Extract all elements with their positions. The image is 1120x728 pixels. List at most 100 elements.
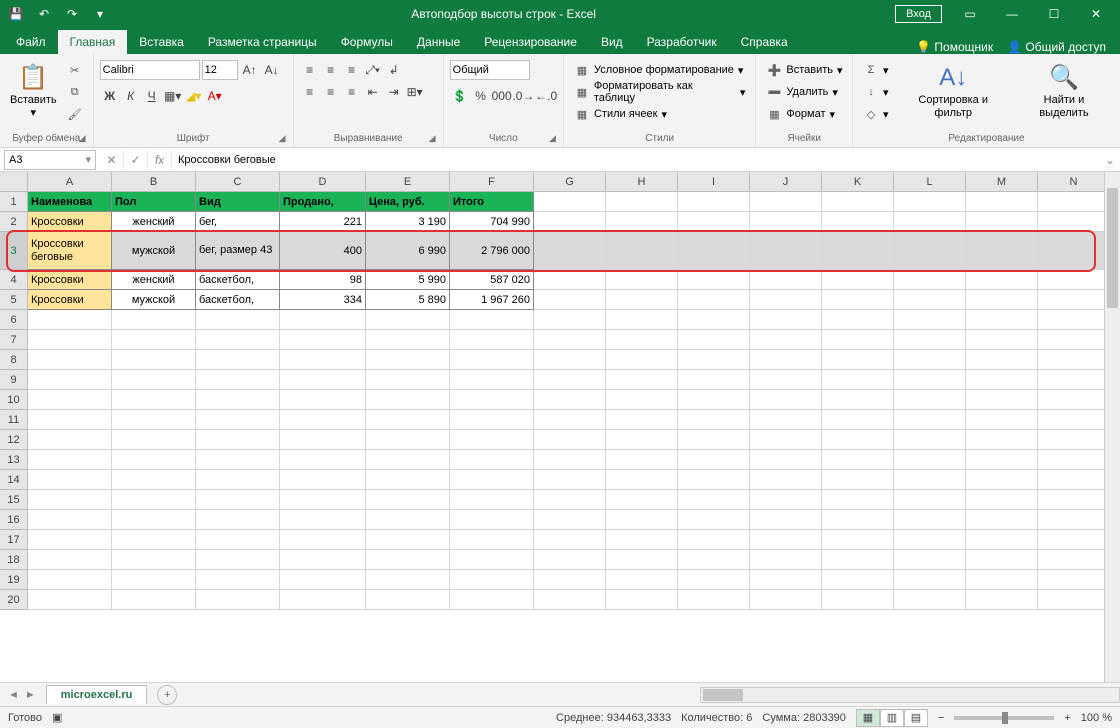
cell[interactable]: [28, 510, 112, 530]
cell[interactable]: [750, 350, 822, 370]
cell[interactable]: [606, 430, 678, 450]
row-header-4[interactable]: 4: [0, 270, 28, 290]
cell[interactable]: [822, 390, 894, 410]
cell[interactable]: [450, 490, 534, 510]
row-header-11[interactable]: 11: [0, 410, 28, 430]
format-cells-button[interactable]: ▦Формат ▾: [762, 104, 846, 124]
macro-record-icon[interactable]: ▣: [52, 711, 62, 724]
cell[interactable]: [678, 510, 750, 530]
cell[interactable]: [534, 232, 606, 270]
row-header-18[interactable]: 18: [0, 550, 28, 570]
row-header-8[interactable]: 8: [0, 350, 28, 370]
cell[interactable]: [366, 470, 450, 490]
cell[interactable]: [280, 450, 366, 470]
redo-icon[interactable]: ↷: [60, 2, 84, 26]
cell[interactable]: [534, 390, 606, 410]
cell[interactable]: [822, 430, 894, 450]
cell[interactable]: [966, 390, 1038, 410]
row-header-20[interactable]: 20: [0, 590, 28, 610]
cell[interactable]: [822, 530, 894, 550]
cell[interactable]: [366, 310, 450, 330]
cell-total[interactable]: 587 020: [450, 270, 534, 290]
horizontal-scrollbar[interactable]: [700, 687, 1120, 703]
cell[interactable]: [196, 370, 280, 390]
cell[interactable]: [534, 490, 606, 510]
cell[interactable]: [196, 590, 280, 610]
row-header-12[interactable]: 12: [0, 430, 28, 450]
shrink-font-icon[interactable]: A↓: [262, 60, 282, 80]
column-header-C[interactable]: C: [196, 172, 280, 191]
cell[interactable]: [450, 330, 534, 350]
cell[interactable]: [280, 310, 366, 330]
cell-type[interactable]: баскетбол,: [196, 290, 280, 310]
align-middle-icon[interactable]: ≡: [321, 60, 341, 80]
cell[interactable]: [966, 232, 1038, 270]
cell[interactable]: [894, 570, 966, 590]
column-header-E[interactable]: E: [366, 172, 450, 191]
cell[interactable]: [822, 370, 894, 390]
cell[interactable]: [750, 550, 822, 570]
cell[interactable]: [966, 450, 1038, 470]
cell[interactable]: [28, 410, 112, 430]
cell-gender[interactable]: мужской: [112, 290, 196, 310]
cell[interactable]: [894, 390, 966, 410]
currency-icon[interactable]: 💲: [450, 86, 470, 106]
cell[interactable]: [28, 570, 112, 590]
cell[interactable]: [678, 410, 750, 430]
cell[interactable]: [534, 570, 606, 590]
cell[interactable]: [894, 370, 966, 390]
cell[interactable]: [280, 590, 366, 610]
cell[interactable]: [196, 410, 280, 430]
cell[interactable]: [534, 212, 606, 232]
cell[interactable]: [280, 390, 366, 410]
cell[interactable]: [534, 192, 606, 212]
cell[interactable]: [450, 370, 534, 390]
underline-button[interactable]: Ч: [142, 86, 162, 106]
cell[interactable]: [1038, 232, 1110, 270]
cell[interactable]: [606, 390, 678, 410]
cell[interactable]: [280, 550, 366, 570]
row-header-7[interactable]: 7: [0, 330, 28, 350]
cell[interactable]: [112, 450, 196, 470]
cell[interactable]: [112, 410, 196, 430]
cell-gender[interactable]: женский: [112, 270, 196, 290]
cell[interactable]: [1038, 430, 1110, 450]
conditional-format-button[interactable]: ▦Условное форматирование ▾: [570, 60, 749, 80]
cell[interactable]: [822, 212, 894, 232]
cell[interactable]: [450, 550, 534, 570]
cell[interactable]: [894, 470, 966, 490]
cell[interactable]: [366, 410, 450, 430]
cell[interactable]: [366, 570, 450, 590]
cell[interactable]: [280, 410, 366, 430]
cell[interactable]: [280, 510, 366, 530]
column-header-A[interactable]: A: [28, 172, 112, 191]
cell[interactable]: [822, 450, 894, 470]
cell[interactable]: [1038, 570, 1110, 590]
minimize-icon[interactable]: —: [992, 0, 1032, 28]
cell-price[interactable]: 5 990: [366, 270, 450, 290]
cell[interactable]: [112, 330, 196, 350]
cell[interactable]: [822, 550, 894, 570]
cell[interactable]: [1038, 470, 1110, 490]
cell[interactable]: [280, 570, 366, 590]
delete-cells-button[interactable]: ➖Удалить ▾: [762, 82, 846, 102]
signin-button[interactable]: Вход: [895, 5, 942, 23]
cell[interactable]: [894, 410, 966, 430]
autosum-button[interactable]: Σ▾: [859, 60, 893, 80]
cell[interactable]: [196, 490, 280, 510]
cell[interactable]: [1038, 330, 1110, 350]
cell[interactable]: [678, 212, 750, 232]
cell[interactable]: [822, 270, 894, 290]
tab-pagelayout[interactable]: Разметка страницы: [196, 30, 329, 54]
tab-help[interactable]: Справка: [729, 30, 800, 54]
cell[interactable]: [678, 232, 750, 270]
expand-formula-icon[interactable]: ⌄: [1100, 153, 1120, 167]
cell[interactable]: [280, 330, 366, 350]
cell[interactable]: [450, 310, 534, 330]
cell[interactable]: [112, 530, 196, 550]
cell[interactable]: [678, 330, 750, 350]
cell[interactable]: [28, 450, 112, 470]
sheet-tab[interactable]: microexcel.ru: [46, 685, 148, 704]
cell-name[interactable]: Кроссовки беговые: [28, 232, 112, 270]
cell-sold[interactable]: 400: [280, 232, 366, 270]
